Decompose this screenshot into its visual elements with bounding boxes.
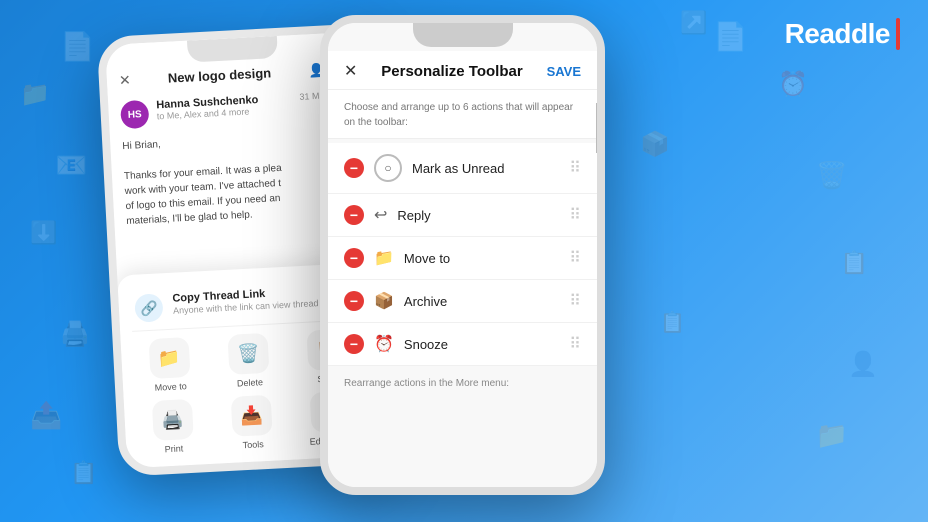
item-mark-unread-label: Mark as Unread [412,161,559,176]
remove-button[interactable]: − [344,248,364,268]
action-delete[interactable]: 🗑️ Delete [212,332,286,390]
tools-label: Tools [242,439,264,450]
sender-avatar: HS [120,100,149,129]
remove-button[interactable]: − [344,205,364,225]
remove-button[interactable]: − [344,334,364,354]
drag-handle-icon[interactable]: ⠿ [569,334,581,354]
drag-handle-icon[interactable]: ⠿ [569,205,581,225]
item-archive-label: Archive [404,294,559,309]
list-item[interactable]: − 📁 Move to ⠿ [328,237,597,280]
delete-label: Delete [237,377,264,388]
list-item[interactable]: − ⏰ Snooze ⠿ [328,323,597,366]
folder-icon: 📁 [374,248,394,268]
readdle-logo: Readdle [785,18,900,50]
item-reply-label: Reply [397,208,559,223]
drag-handle-icon[interactable]: ⠿ [569,291,581,311]
toolbar-bottom-text: Rearrange actions in the More menu: [328,366,597,401]
drag-handle-icon[interactable]: ⠿ [569,158,581,178]
drag-handle-icon[interactable]: ⠿ [569,248,581,268]
move-to-label: Move to [154,381,186,393]
toolbar-close-button[interactable]: ✕ [344,61,357,81]
toolbar-title: Personalize Toolbar [381,63,522,80]
toolbar-save-button[interactable]: SAVE [547,64,581,79]
unread-icon: ○ [374,154,402,182]
remove-button[interactable]: − [344,158,364,178]
tools-icon: 📥 [231,395,273,437]
phone-front-notch [413,23,513,47]
print-icon: 🖨️ [151,399,193,441]
remove-button[interactable]: − [344,291,364,311]
action-move-to[interactable]: 📁 Move to [133,336,207,394]
snooze-icon: ⏰ [374,334,394,354]
list-item[interactable]: − ↩ Reply ⠿ [328,194,597,237]
phone-front-screen: ✕ Personalize Toolbar SAVE Choose and ar… [328,23,597,487]
email-close-icon[interactable]: ✕ [119,72,132,90]
list-item[interactable]: − 📦 Archive ⠿ [328,280,597,323]
link-icon: 🔗 [134,293,163,322]
delete-icon: 🗑️ [227,333,269,375]
item-snooze-label: Snooze [404,337,559,352]
toolbar-header: ✕ Personalize Toolbar SAVE [328,51,597,90]
toolbar-description: Choose and arrange up to 6 actions that … [328,90,597,139]
reply-icon: ↩ [374,205,387,225]
action-print[interactable]: 🖨️ Print [136,398,210,456]
email-title: New logo design [168,65,272,85]
print-label: Print [164,443,183,454]
copy-text: Copy Thread Link Anyone with the link ca… [172,285,319,317]
readdle-name: Readdle [785,18,890,50]
phone-side-button [596,103,600,153]
phone-front: ✕ Personalize Toolbar SAVE Choose and ar… [320,15,605,495]
list-item[interactable]: − ○ Mark as Unread ⠿ [328,143,597,194]
toolbar-items-list: − ○ Mark as Unread ⠿ − ↩ Reply ⠿ − 📁 Mov… [328,143,597,366]
action-tools[interactable]: 📥 Tools [215,394,289,452]
move-to-icon: 📁 [148,337,190,379]
archive-icon: 📦 [374,291,394,311]
readdle-bar-accent [896,18,900,50]
item-move-to-label: Move to [404,251,559,266]
sender-info: Hanna Sushchenko to Me, Alex and 4 more [156,92,292,121]
